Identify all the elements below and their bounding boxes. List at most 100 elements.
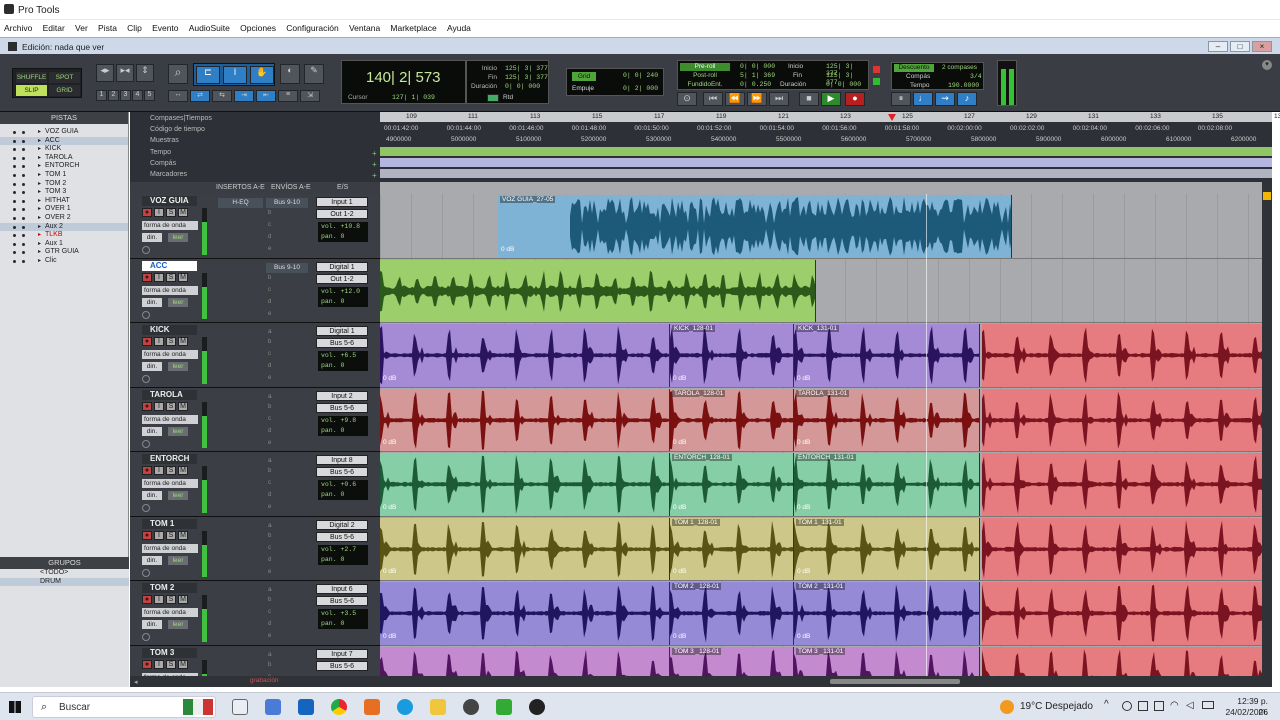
clip-gain-label[interactable]: 0 dB <box>383 568 396 575</box>
grid-label[interactable]: Grid <box>572 72 596 81</box>
send-slot-c[interactable]: c <box>268 545 271 551</box>
wifi-icon[interactable]: ◠ <box>1170 700 1179 711</box>
track-visibility-icon[interactable] <box>13 173 37 177</box>
pan-value[interactable]: 0 <box>341 620 345 627</box>
pan-value[interactable]: 0 <box>341 362 345 369</box>
track-list-item[interactable]: ▸ TOM 2 <box>0 180 128 189</box>
vol-pan-display[interactable]: vol. +9.8 pan. 0 <box>318 415 368 436</box>
send-slot-d[interactable]: d <box>268 363 271 369</box>
audio-clip[interactable] <box>982 324 1272 387</box>
track-visibility-icon[interactable] <box>13 251 37 255</box>
audio-clip[interactable]: TOM 1_128-01 0 dB <box>670 517 794 580</box>
audio-clip[interactable] <box>982 453 1272 516</box>
clip-gain-label[interactable]: 0 dB <box>383 504 396 511</box>
obs-icon[interactable] <box>529 699 545 715</box>
dyn-button[interactable]: din. <box>142 426 162 436</box>
zoom-preset-1[interactable]: 1 <box>96 90 107 101</box>
track-visibility-icon[interactable] <box>13 199 37 203</box>
preroll-value[interactable]: 0| 0| 000 <box>740 63 775 70</box>
solo-button[interactable]: S <box>166 659 176 669</box>
automation-mode[interactable]: leer <box>168 233 188 242</box>
horizontal-scrollbar[interactable]: ◂ grabación <box>130 676 1272 687</box>
send-slot-c[interactable]: c <box>268 287 271 293</box>
send-slot[interactable]: Bus 9-10 <box>266 262 308 273</box>
menu-editar[interactable]: Editar <box>39 20 69 33</box>
task-view-icon[interactable] <box>232 699 248 715</box>
track-timebase-icon[interactable] <box>142 375 150 383</box>
return-to-zero-icon[interactable]: ⏮ <box>703 92 723 106</box>
track-view-selector[interactable]: forma de onda <box>142 414 198 424</box>
track-name[interactable]: KICK <box>142 325 197 335</box>
audio-clip[interactable]: TOM 3 _131-010 dB <box>794 646 980 676</box>
clock-date[interactable]: 24/02/2026 <box>1220 707 1268 717</box>
insert-slot[interactable] <box>218 585 263 595</box>
tempo-value[interactable]: 190.0000 <box>948 82 979 89</box>
output-selector[interactable]: Bus 5-6 <box>316 531 368 542</box>
tempo-ruler-label[interactable]: Tempo <box>150 149 171 156</box>
zoom-preset-4[interactable]: 4 <box>132 90 143 101</box>
vol-value[interactable]: +6.5 <box>341 352 357 359</box>
input-monitor-button[interactable]: I <box>154 530 164 540</box>
vol-pan-display[interactable]: vol. +0.6 pan. 0 <box>318 480 368 500</box>
vol-pan-display[interactable]: vol. +6.5 pan. 0 <box>318 351 368 371</box>
input-monitor-button[interactable]: I <box>154 401 164 411</box>
audio-clip[interactable]: 0 dB <box>380 388 670 451</box>
rewind-icon[interactable]: ⏪ <box>725 92 745 106</box>
postroll-value[interactable]: 5| 1| 369 <box>740 72 775 79</box>
insert-slot[interactable] <box>218 456 263 466</box>
record-enable-button[interactable]: ● <box>142 595 152 604</box>
input-selector[interactable]: Input 6 <box>316 584 368 594</box>
input-monitor-button[interactable]: I <box>154 208 164 217</box>
audio-clip[interactable]: ENTORCH_128-01 0 dB <box>670 453 794 516</box>
mute-button[interactable]: M <box>178 595 188 604</box>
solo-button[interactable]: S <box>166 595 176 604</box>
track-list-item[interactable]: ▸ Clic <box>0 257 128 266</box>
audio-clip[interactable] <box>982 388 1272 451</box>
samples-ruler[interactable] <box>380 134 1272 144</box>
clip-gain-label[interactable]: 0 dB <box>673 633 686 640</box>
sel-start-value[interactable]: 125| 3| 377 <box>505 65 548 72</box>
zoomer-tool-icon[interactable]: ⌕ <box>168 64 188 84</box>
pan-value[interactable]: 0 <box>341 491 345 498</box>
preroll-label[interactable]: Pre-roll <box>680 63 730 71</box>
clip-gain-label[interactable]: 0 dB <box>383 375 396 382</box>
track-timebase-icon[interactable] <box>142 568 150 577</box>
tray-app-icon[interactable] <box>1122 701 1132 711</box>
clip-gain-label[interactable]: 0 dB <box>797 568 810 575</box>
sel-length-value[interactable]: 0| 0| 000 <box>505 83 540 90</box>
file-explorer-icon[interactable] <box>430 699 446 715</box>
mute-button[interactable]: M <box>178 659 188 669</box>
insert-slot[interactable] <box>218 521 263 531</box>
track-visibility-icon[interactable] <box>13 148 37 152</box>
add-meter-icon[interactable]: + <box>372 160 377 169</box>
wait-for-note-icon[interactable]: ⏸ <box>891 92 911 106</box>
go-to-end-icon[interactable]: ⏭ <box>769 92 789 106</box>
record-enable-button[interactable]: ● <box>142 530 152 540</box>
track-visibility-icon[interactable] <box>13 131 37 134</box>
track-name[interactable]: TOM 2 <box>142 583 197 593</box>
track-view-selector[interactable]: forma de onda <box>142 285 198 295</box>
fast-forward-icon[interactable]: ⏩ <box>747 92 767 106</box>
audio-clip[interactable]: TOM 2 _128-01 0 dB <box>670 582 794 645</box>
send-slot-e[interactable]: e <box>268 504 271 510</box>
send-slot-d[interactable]: d <box>268 621 271 627</box>
send-slot-c[interactable]: c <box>268 351 271 357</box>
track-list-item[interactable]: ▸ GTR GUIA <box>0 248 128 257</box>
main-counter[interactable]: 140| 2| 573 <box>366 69 441 86</box>
menu-pista[interactable]: Pista <box>94 20 121 33</box>
track-visibility-icon[interactable] <box>13 242 37 246</box>
track-list-item[interactable]: ▸ TLKB <box>0 231 128 240</box>
scrubber-tool-icon[interactable]: ◐ <box>280 64 300 84</box>
pan-value[interactable]: 0 <box>341 298 345 305</box>
midi-merge-icon[interactable]: ⇝ <box>935 92 955 106</box>
input-selector[interactable]: Input 8 <box>316 455 368 465</box>
vol-value[interactable]: +2.7 <box>341 546 357 553</box>
close-button[interactable]: × <box>1252 41 1272 52</box>
track-visibility-icon[interactable] <box>13 191 37 195</box>
track-visibility-icon[interactable] <box>13 208 37 212</box>
conductor-icon[interactable]: ♪ <box>957 92 977 106</box>
menu-ayuda[interactable]: Ayuda <box>443 20 475 33</box>
maximize-button[interactable]: □ <box>1230 41 1250 52</box>
input-selector[interactable]: Digital 1 <box>316 326 368 336</box>
send-slot-c[interactable]: c <box>268 222 271 228</box>
